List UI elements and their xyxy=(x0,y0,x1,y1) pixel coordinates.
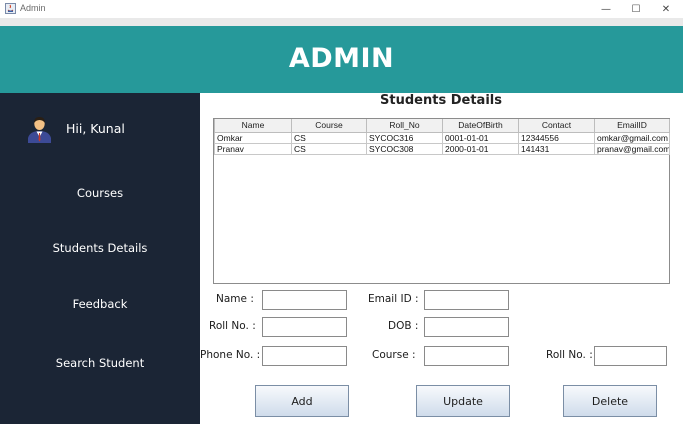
email-input[interactable] xyxy=(424,290,509,310)
column-header-contact[interactable]: Contact xyxy=(518,119,595,133)
sidebar-item-feedback[interactable]: Feedback xyxy=(0,297,200,311)
table-cell: 141431 xyxy=(518,142,595,155)
user-avatar-icon xyxy=(28,117,51,143)
header-title: ADMIN xyxy=(288,43,395,74)
name-label: Name : xyxy=(216,293,254,305)
table-cell: 12344556 xyxy=(518,131,595,144)
sidebar-item-courses[interactable]: Courses xyxy=(0,186,200,200)
phone-label: Phone No. : xyxy=(200,349,261,361)
user-greeting: Hii, Kunal xyxy=(66,121,125,136)
roll-no-input[interactable] xyxy=(262,317,347,337)
column-header-roll-no[interactable]: Roll_No xyxy=(366,119,443,133)
table-cell: SYCOC316 xyxy=(366,131,443,144)
window-titlebar: Admin — ☐ ✕ xyxy=(0,0,683,18)
table-cell: CS xyxy=(291,131,367,144)
table-row[interactable]: Pranav CS SYCOC308 2000-01-01 141431 pra… xyxy=(214,142,670,155)
table-cell: Pranav xyxy=(214,142,292,155)
minimize-button[interactable]: — xyxy=(591,0,621,18)
update-button[interactable]: Update xyxy=(416,385,510,417)
students-table-container[interactable]: Name Course Roll_No DateOfBirth Contact … xyxy=(213,118,670,284)
delete-button[interactable]: Delete xyxy=(563,385,657,417)
search-roll-no-label: Roll No. : xyxy=(546,349,593,361)
window-title: Admin xyxy=(20,3,46,13)
table-cell: 2000-01-01 xyxy=(442,142,519,155)
table-cell: Omkar xyxy=(214,131,292,144)
course-input[interactable] xyxy=(424,346,509,366)
name-input[interactable] xyxy=(262,290,347,310)
java-app-icon xyxy=(5,3,16,14)
students-table: Name Course Roll_No DateOfBirth Contact … xyxy=(214,119,670,155)
maximize-button[interactable]: ☐ xyxy=(621,0,651,18)
column-header-course[interactable]: Course xyxy=(291,119,367,133)
table-cell: 0001-01-01 xyxy=(442,131,519,144)
roll-no-label: Roll No. : xyxy=(209,320,256,332)
table-cell: CS xyxy=(291,142,367,155)
column-header-dob[interactable]: DateOfBirth xyxy=(442,119,519,133)
table-cell: pranav@gmail.com xyxy=(594,142,670,155)
close-button[interactable]: ✕ xyxy=(651,0,681,18)
dob-label: DOB : xyxy=(388,320,419,332)
header-banner: ADMIN xyxy=(0,26,683,93)
course-label: Course : xyxy=(372,349,416,361)
table-cell: SYCOC308 xyxy=(366,142,443,155)
sidebar: Hii, Kunal Courses Students Details Feed… xyxy=(0,93,200,424)
column-header-name[interactable]: Name xyxy=(214,119,292,133)
table-row[interactable]: Omkar CS SYCOC316 0001-01-01 12344556 om… xyxy=(214,131,670,144)
table-header-row: Name Course Roll_No DateOfBirth Contact … xyxy=(214,119,670,133)
sidebar-item-search-student[interactable]: Search Student xyxy=(0,356,200,370)
table-cell: omkar@gmail.com xyxy=(594,131,670,144)
email-label: Email ID : xyxy=(368,293,419,305)
add-button[interactable]: Add xyxy=(255,385,349,417)
sidebar-item-students-details[interactable]: Students Details xyxy=(0,241,200,255)
page-title: Students Details xyxy=(380,93,502,108)
search-roll-no-input[interactable] xyxy=(594,346,667,366)
title-separator xyxy=(0,18,683,26)
column-header-email[interactable]: EmailID xyxy=(594,119,670,133)
dob-input[interactable] xyxy=(424,317,509,337)
phone-input[interactable] xyxy=(262,346,347,366)
